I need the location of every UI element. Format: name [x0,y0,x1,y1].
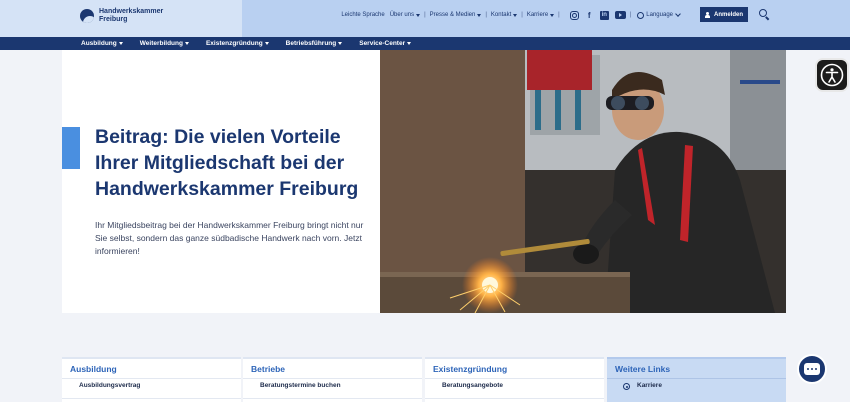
card-title[interactable]: Existenzgründung [433,364,507,374]
chevron-down-icon [675,11,681,17]
top-link-kontakt[interactable]: Kontakt [491,12,518,18]
hero-description: Ihr Mitgliedsbeitrag bei der Handwerkska… [95,220,364,256]
hero-image-welder [380,50,786,313]
chat-button[interactable] [797,354,827,384]
logo-name-line2: Freiburg [99,16,128,23]
logo[interactable]: Handwerkskammer Freiburg [0,0,242,37]
card-betriebe: Betriebe Beratungstermine buchen [243,357,422,402]
top-link-leichte-sprache[interactable]: Leichte Sprache [341,12,384,18]
caret-down-icon [513,13,518,17]
caret-down-icon [118,42,123,45]
logo-icon [80,9,94,23]
hero-title[interactable]: Beitrag: Die vielen Vorteile Ihrer Mitgl… [95,124,375,202]
card-title[interactable]: Betriebe [251,364,285,374]
top-link-ueber-uns[interactable]: Über uns [390,12,421,18]
card-existenzgruendung: Existenzgründung Beratungsangebote [425,357,604,402]
nav-item-ausbildung[interactable]: Ausbildung [81,40,123,47]
target-icon [623,383,630,390]
caret-down-icon [550,13,555,17]
top-navigation: Leichte Sprache Über uns | Presse & Medi… [341,7,681,23]
accessibility-icon [820,63,844,87]
instagram-icon[interactable] [569,10,579,20]
chat-icon [804,363,820,375]
card-link[interactable]: Ausbildungsvertrag [79,382,140,389]
user-icon [705,11,711,18]
accessibility-button[interactable] [815,58,849,92]
youtube-icon[interactable] [614,11,626,19]
top-link-karriere[interactable]: Karriere [527,12,555,18]
caret-down-icon [416,13,421,17]
search-icon[interactable] [759,9,767,17]
nav-item-betriebsfuehrung[interactable]: Betriebsführung [286,40,343,47]
top-link-presse-medien[interactable]: Presse & Medien [430,12,482,18]
card-ausbildung: Ausbildung Ausbildungsvertrag [62,357,241,402]
welder-photo [380,50,786,313]
caret-down-icon [264,42,269,45]
social-links: f in [569,10,626,20]
card-link[interactable]: Beratungsangebote [442,382,503,389]
language-selector[interactable]: Language [637,11,681,19]
linkedin-icon[interactable]: in [599,10,609,20]
login-button[interactable]: Anmelden [700,7,748,22]
caret-down-icon [338,42,343,45]
caret-down-icon [477,13,482,17]
card-link[interactable]: Beratungstermine buchen [260,382,341,389]
main-navigation: Ausbildung Weiterbildung Existenzgründun… [0,37,850,50]
logo-name-line1: Handwerkskammer [99,8,164,15]
nav-item-service-center[interactable]: Service-Center [359,40,412,47]
nav-item-weiterbildung[interactable]: Weiterbildung [140,40,189,47]
hero-accent-bar [62,127,80,169]
card-title[interactable]: Ausbildung [70,364,117,374]
card-weitere-links: Weitere Links Karriere [607,357,786,402]
nav-item-existenzgruendung[interactable]: Existenzgründung [206,40,269,47]
top-header: Handwerkskammer Freiburg Leichte Sprache… [0,0,850,37]
facebook-icon[interactable]: f [585,11,594,20]
caret-down-icon [184,42,189,45]
card-title: Weitere Links [615,364,671,374]
card-link[interactable]: Karriere [637,382,662,389]
caret-down-icon [407,42,412,45]
globe-icon [637,11,645,19]
